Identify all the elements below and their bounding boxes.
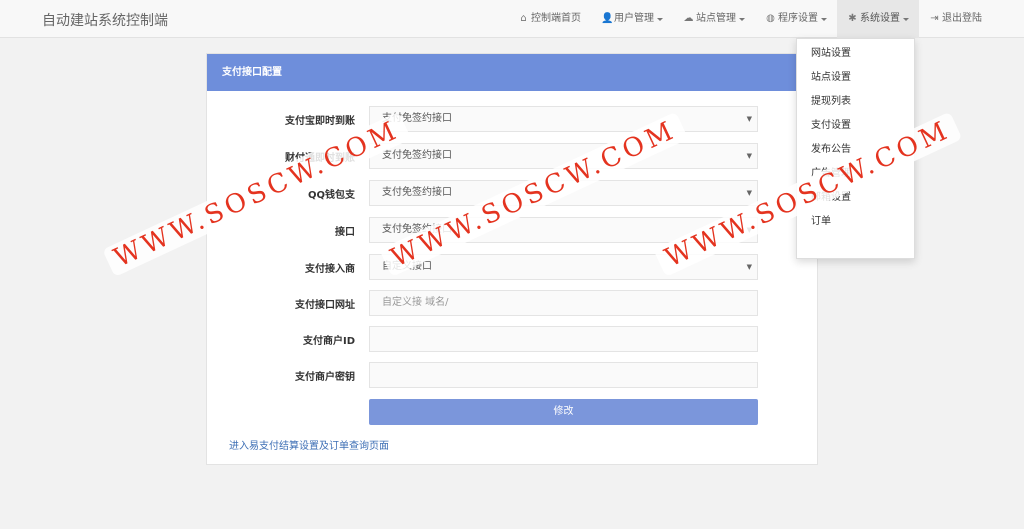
nav-user-management[interactable]: 👤 用户管理 bbox=[591, 0, 673, 38]
nav-user-management-label: 用户管理 bbox=[614, 13, 654, 24]
dropdown-item-orders[interactable]: 订单 bbox=[797, 210, 914, 234]
form-row-api-url: 支付接口网址 自定义接 域名/ bbox=[207, 290, 819, 316]
dropdown-item-email-settings[interactable]: 邮箱设置 bbox=[797, 186, 914, 210]
interface-select[interactable]: 支付免签约接口 ▼ bbox=[369, 217, 758, 243]
api-url-placeholder: 自定义接 域名/ bbox=[382, 297, 449, 308]
field-label-interface: 接口 bbox=[335, 227, 355, 238]
form-row-provider: 支付接入商 自定义接口 ▼ bbox=[207, 254, 819, 280]
tenpay-select[interactable]: 支付免签约接口 ▼ bbox=[369, 143, 758, 169]
settlement-link[interactable]: 进入易支付结算设置及订单查询页面 bbox=[229, 437, 389, 452]
caret-down-icon bbox=[657, 17, 663, 21]
qqwallet-select[interactable]: 支付免签约接口 ▼ bbox=[369, 180, 758, 206]
dropdown-item-publish-notice[interactable]: 发布公告 bbox=[797, 138, 914, 162]
alipay-select[interactable]: 支付免签约接口 ▼ bbox=[369, 106, 758, 132]
qqwallet-select-value: 支付免签约接口 bbox=[382, 187, 452, 198]
alipay-select-value: 支付免签约接口 bbox=[382, 113, 452, 124]
select-arrow-icon: ▼ bbox=[746, 226, 752, 234]
select-arrow-icon: ▼ bbox=[746, 152, 752, 160]
submit-button[interactable]: 修改 bbox=[369, 399, 758, 425]
merchant-key-input[interactable] bbox=[369, 362, 758, 388]
asterisk-icon: ✱ bbox=[848, 13, 857, 24]
top-navbar: 自动建站系统控制端 ⌂ 控制端首页 👤 用户管理 ☁ 站点管理 ◍ 程序设置 ✱… bbox=[0, 0, 1024, 38]
field-label-provider: 支付接入商 bbox=[305, 264, 355, 275]
api-url-input[interactable]: 自定义接 域名/ bbox=[369, 290, 758, 316]
panel-title: 支付接口配置 bbox=[207, 54, 817, 91]
nav-logout[interactable]: ⇥ 退出登陆 bbox=[919, 0, 1024, 38]
brand-title[interactable]: 自动建站系统控制端 bbox=[42, 10, 168, 30]
form-row-alipay: 支付宝即时到账 支付免签约接口 ▼ bbox=[207, 106, 819, 132]
form-row-merchant-id: 支付商户ID bbox=[207, 326, 819, 352]
globe-icon: ◍ bbox=[766, 13, 775, 24]
user-icon: 👤 bbox=[601, 13, 614, 24]
nav-system-settings-label: 系统设置 bbox=[860, 13, 900, 24]
provider-select[interactable]: 自定义接口 ▼ bbox=[369, 254, 758, 280]
nav-menu: ⌂ 控制端首页 👤 用户管理 ☁ 站点管理 ◍ 程序设置 ✱ 系统设置 ⇥ 退出… bbox=[508, 0, 1024, 38]
field-label-merchant-id: 支付商户ID bbox=[302, 336, 355, 347]
merchant-id-input[interactable] bbox=[369, 326, 758, 352]
tenpay-select-value: 支付免签约接口 bbox=[382, 150, 452, 161]
dropdown-item-website-settings[interactable]: 网站设置 bbox=[797, 42, 914, 66]
nav-system-settings[interactable]: ✱ 系统设置 bbox=[837, 0, 919, 38]
nav-program-settings[interactable]: ◍ 程序设置 bbox=[755, 0, 837, 38]
cloud-icon: ☁ bbox=[683, 13, 694, 24]
nav-logout-label: 退出登陆 bbox=[942, 13, 982, 24]
nav-site-management[interactable]: ☁ 站点管理 bbox=[673, 0, 755, 38]
select-arrow-icon: ▼ bbox=[746, 189, 752, 197]
caret-down-icon bbox=[903, 17, 909, 21]
field-label-api-url: 支付接口网址 bbox=[295, 300, 355, 311]
dropdown-item-withdraw-list[interactable]: 提现列表 bbox=[797, 90, 914, 114]
field-label-alipay: 支付宝即时到账 bbox=[285, 116, 355, 127]
field-label-tenpay: 财付通即时到账 bbox=[285, 153, 355, 164]
payment-config-panel: 支付接口配置 支付宝即时到账 支付免签约接口 ▼ 财付通即时到账 支付免签约接口… bbox=[206, 53, 818, 465]
dropdown-item-payment-settings[interactable]: 支付设置 bbox=[797, 114, 914, 138]
logout-icon: ⇥ bbox=[930, 13, 939, 24]
nav-program-settings-label: 程序设置 bbox=[778, 13, 818, 24]
home-icon: ⌂ bbox=[520, 13, 527, 24]
dropdown-item-site-settings[interactable]: 站点设置 bbox=[797, 66, 914, 90]
caret-down-icon bbox=[739, 17, 745, 21]
form-row-qqwallet: QQ钱包支 支付免签约接口 ▼ bbox=[207, 180, 819, 206]
nav-site-management-label: 站点管理 bbox=[696, 13, 736, 24]
nav-home[interactable]: ⌂ 控制端首页 bbox=[508, 0, 591, 38]
caret-down-icon bbox=[821, 17, 827, 21]
select-arrow-icon: ▼ bbox=[746, 115, 752, 123]
select-arrow-icon: ▼ bbox=[746, 263, 752, 271]
form-row-tenpay: 财付通即时到账 支付免签约接口 ▼ bbox=[207, 143, 819, 169]
provider-select-value: 自定义接口 bbox=[382, 261, 432, 272]
nav-home-label: 控制端首页 bbox=[531, 13, 581, 24]
form-row-interface: 接口 支付免签约接口 ▼ bbox=[207, 217, 819, 243]
dropdown-item-ad-management[interactable]: 广告管理 bbox=[797, 162, 914, 186]
interface-select-value: 支付免签约接口 bbox=[382, 224, 452, 235]
system-settings-dropdown: 网站设置 站点设置 提现列表 支付设置 发布公告 广告管理 邮箱设置 订单 bbox=[796, 38, 915, 259]
field-label-qqwallet: QQ钱包支 bbox=[307, 190, 355, 201]
form-row-merchant-key: 支付商户密钥 bbox=[207, 362, 819, 388]
field-label-merchant-key: 支付商户密钥 bbox=[295, 372, 355, 383]
